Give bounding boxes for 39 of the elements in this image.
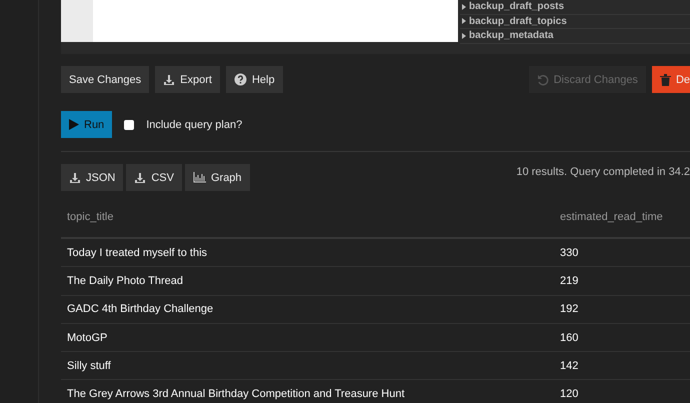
table-cell-text: 120 (560, 388, 580, 400)
download-button[interactable]: Graph (184, 164, 250, 191)
download-icon (69, 172, 81, 184)
checkbox[interactable] (124, 120, 134, 130)
table-cell-text: 192 (560, 303, 580, 316)
table-name[interactable]: backup_draft_topics (469, 16, 567, 27)
action-button[interactable]: Save Changes (61, 66, 150, 93)
caret-icon[interactable] (462, 18, 466, 24)
run-button[interactable]: Run (61, 111, 112, 138)
table-cell-text: 142 (560, 360, 580, 372)
action-button[interactable]: Help (226, 66, 283, 93)
table-cell-text: Today I treated myself to this (67, 246, 208, 259)
action-button[interactable]: Export (155, 66, 220, 93)
column-header: estimated_read_time (560, 211, 664, 223)
column-header: topic_title (67, 211, 114, 223)
table-cell-text: 219 (560, 274, 580, 287)
trash-icon (660, 74, 671, 86)
table-cell-text: MotoGP (67, 332, 108, 344)
status-text: 10 results. Query completed in 34.2 (516, 166, 690, 178)
table-cell-text: Silly stuff (67, 360, 112, 372)
table-cell-text: The Grey Arrows 3rd Annual Birthday Competition and Treasure Hunt (67, 388, 406, 400)
table-cell-text: 330 (560, 246, 580, 259)
table-name[interactable]: backup_metadata (469, 30, 554, 42)
download-button[interactable]: CSV (126, 164, 182, 191)
play-icon (69, 119, 79, 130)
table-cell-text: 160 (560, 332, 580, 344)
delete-button[interactable]: De (652, 66, 690, 93)
undo-icon (536, 74, 549, 86)
download-icon (163, 74, 176, 86)
table-cell-text: The Daily Photo Thread (67, 274, 184, 287)
chart-icon (192, 172, 206, 183)
download-icon (134, 172, 146, 184)
table-cell-text: GADC 4th Birthday Challenge (67, 303, 214, 316)
help-icon (234, 73, 247, 86)
checkbox-label: Include query plan? (146, 118, 242, 130)
caret-icon[interactable] (462, 32, 466, 39)
download-button[interactable]: JSON (61, 164, 124, 191)
table-name[interactable]: backup_draft_posts (469, 1, 564, 12)
caret-icon[interactable] (462, 4, 466, 10)
